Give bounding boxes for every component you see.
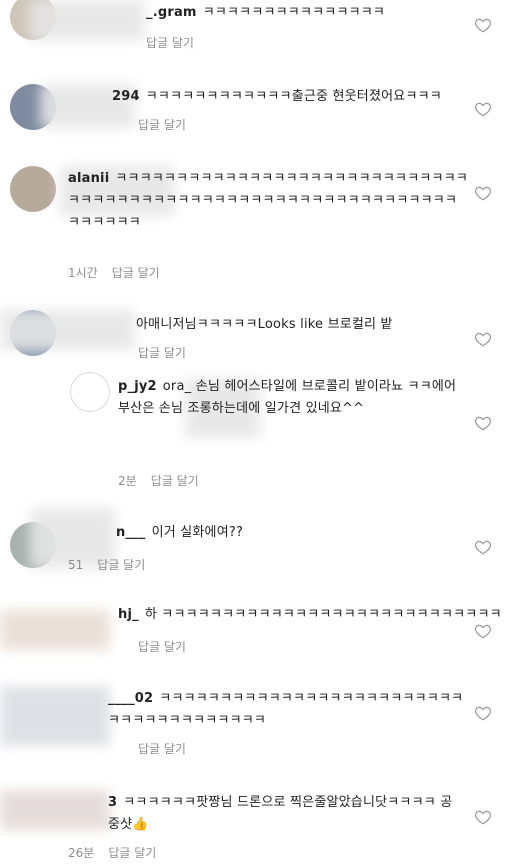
comment-text: ㅋㅋㅋㅋㅋㅋㅋㅋㅋㅋㅋㅋ출근중 현웃터졌어요ㅋㅋㅋ xyxy=(145,89,442,104)
reply-button[interactable]: 답글 달기 xyxy=(146,36,194,50)
comment-text: 아매니저님ㅋㅋㅋㅋㅋLooks like 브로컬리 밭 xyxy=(136,317,393,332)
comment-username[interactable]: ____02 xyxy=(108,691,153,706)
reply-button[interactable]: 답글 달기 xyxy=(138,742,186,756)
comment-item: n___ 이거 실화에여?? 51 답글 달기 xyxy=(0,508,506,578)
comment-username[interactable]: hj_ xyxy=(118,607,139,622)
comment-item: 294 ㅋㅋㅋㅋㅋㅋㅋㅋㅋㅋㅋㅋ출근중 현웃터졌어요ㅋㅋㅋ 답글 달기 xyxy=(0,78,506,148)
avatar[interactable] xyxy=(70,372,110,412)
comment-meta: 26분 답글 달기 xyxy=(68,844,170,861)
reply-button[interactable]: 답글 달기 xyxy=(138,640,186,654)
redaction-blur xyxy=(0,790,110,830)
reply-item: p_jy2 ora_ 손님 헤어스타일에 브로콜리 밭이라뇨 ㅋㅋ에어부산은 손님… xyxy=(0,368,506,488)
comment-username[interactable]: p_jy2 xyxy=(118,379,157,394)
comment-username[interactable]: n___ xyxy=(116,525,146,540)
comment-body: alanii ㅋㅋㅋㅋㅋㅋㅋㅋㅋㅋㅋㅋㅋㅋㅋㅋㅋㅋㅋㅋㅋㅋㅋㅋㅋㅋㅋㅋㅋㅋㅋㅋㅋㅋ… xyxy=(68,168,468,234)
comment-time: 1시간 xyxy=(68,266,98,280)
comment-item: alanii ㅋㅋㅋㅋㅋㅋㅋㅋㅋㅋㅋㅋㅋㅋㅋㅋㅋㅋㅋㅋㅋㅋㅋㅋㅋㅋㅋㅋㅋㅋㅋㅋㅋㅋ… xyxy=(0,160,506,290)
comment-time: 51 xyxy=(68,558,84,572)
comment-text: 하 ㅋㅋㅋㅋㅋㅋㅋㅋㅋㅋㅋㅋㅋㅋㅋㅋㅋㅋㅋㅋㅋㅋㅋㅋㅋㅋㅋㅋ xyxy=(144,607,502,622)
comment-item: ____02 ㅋㅋㅋㅋㅋㅋㅋㅋㅋㅋㅋㅋㅋㅋㅋㅋㅋㅋㅋㅋㅋㅋㅋㅋㅋㅋㅋㅋㅋㅋㅋㅋㅋㅋ… xyxy=(0,686,506,766)
comment-body: hj_ 하 ㅋㅋㅋㅋㅋㅋㅋㅋㅋㅋㅋㅋㅋㅋㅋㅋㅋㅋㅋㅋㅋㅋㅋㅋㅋㅋㅋㅋ xyxy=(118,604,502,626)
reply-button[interactable]: 답글 달기 xyxy=(138,118,186,132)
comment-item: _.gram ㅋㅋㅋㅋㅋㅋㅋㅋㅋㅋㅋㅋㅋㅋㅋ 답글 달기 xyxy=(0,0,506,60)
comment-text: ㅋㅋㅋㅋㅋㅋㅋㅋㅋㅋㅋㅋㅋㅋㅋ xyxy=(202,5,386,20)
comment-body: _.gram ㅋㅋㅋㅋㅋㅋㅋㅋㅋㅋㅋㅋㅋㅋㅋ xyxy=(146,2,385,24)
like-heart-icon[interactable] xyxy=(474,414,492,432)
comment-item: hj_ 하 ㅋㅋㅋㅋㅋㅋㅋㅋㅋㅋㅋㅋㅋㅋㅋㅋㅋㅋㅋㅋㅋㅋㅋㅋㅋㅋㅋㅋ 답글 달기 xyxy=(0,600,506,662)
comment-username[interactable]: alanii xyxy=(68,171,109,186)
reply-button[interactable]: 답글 달기 xyxy=(138,346,186,360)
reply-button[interactable]: 답글 달기 xyxy=(108,846,156,860)
comment-meta: 답글 달기 xyxy=(124,740,200,757)
comment-meta: 답글 달기 xyxy=(124,638,200,655)
comment-text: ora_ 손님 헤어스타일에 브로콜리 밭이라뇨 ㅋㅋ에어부산은 손님 조롱하는… xyxy=(118,379,457,416)
comment-text: ㅋㅋㅋㅋㅋㅋㅋㅋㅋㅋㅋㅋㅋㅋㅋㅋㅋㅋㅋㅋㅋㅋㅋㅋㅋㅋㅋㅋㅋㅋㅋㅋㅋㅋㅋㅋㅋㅋ xyxy=(108,691,464,728)
avatar[interactable] xyxy=(10,166,56,212)
like-heart-icon[interactable] xyxy=(474,184,492,202)
comment-body: 3 ㅋㅋㅋㅋㅋㅋ팟짱님 드론으로 찍은줄알았습니닷ㅋㅋㅋㅋ 공중샷👍 xyxy=(108,792,458,836)
like-heart-icon[interactable] xyxy=(474,100,492,118)
like-heart-icon[interactable] xyxy=(474,16,492,34)
comment-time: 2분 xyxy=(118,474,137,488)
comment-item: 3 ㅋㅋㅋㅋㅋㅋ팟짱님 드론으로 찍은줄알았습니닷ㅋㅋㅋㅋ 공중샷👍 26분 답글 … xyxy=(0,790,506,867)
redaction-blur xyxy=(0,310,135,350)
reply-button[interactable]: 답글 달기 xyxy=(97,558,145,572)
comment-body: 아매니저님ㅋㅋㅋㅋㅋLooks like 브로컬리 밭 xyxy=(130,314,393,336)
comment-text: ㅋㅋㅋㅋㅋㅋ팟짱님 드론으로 찍은줄알았습니닷ㅋㅋㅋㅋ 공중샷👍 xyxy=(108,795,453,832)
comment-text: 이거 실화에여?? xyxy=(151,525,244,540)
comment-time: 26분 xyxy=(68,846,95,860)
comment-text: ㅋㅋㅋㅋㅋㅋㅋㅋㅋㅋㅋㅋㅋㅋㅋㅋㅋㅋㅋㅋㅋㅋㅋㅋㅋㅋㅋㅋㅋㅋㅋㅋㅋㅋㅋㅋㅋㅋㅋㅋ… xyxy=(68,171,469,230)
comment-item: 아매니저님ㅋㅋㅋㅋㅋLooks like 브로컬리 밭 답글 달기 xyxy=(0,310,506,366)
redaction-blur xyxy=(30,0,145,40)
like-heart-icon[interactable] xyxy=(474,538,492,556)
redaction-blur xyxy=(0,686,110,746)
comment-meta: 답글 달기 xyxy=(124,116,200,133)
comment-meta: 답글 달기 xyxy=(132,34,208,51)
reply-button[interactable]: 답글 달기 xyxy=(151,474,199,488)
redaction-blur xyxy=(0,610,110,650)
comment-body: ____02 ㅋㅋㅋㅋㅋㅋㅋㅋㅋㅋㅋㅋㅋㅋㅋㅋㅋㅋㅋㅋㅋㅋㅋㅋㅋㅋㅋㅋㅋㅋㅋㅋㅋㅋ… xyxy=(108,688,468,732)
reply-button[interactable]: 답글 달기 xyxy=(112,266,160,280)
comment-username[interactable]: _.gram xyxy=(146,5,197,20)
comment-meta: 1시간 답글 달기 xyxy=(68,264,174,281)
comment-body: n___ 이거 실화에여?? xyxy=(116,522,243,544)
comment-body: p_jy2 ora_ 손님 헤어스타일에 브로콜리 밭이라뇨 ㅋㅋ에어부산은 손님… xyxy=(118,376,458,420)
like-heart-icon[interactable] xyxy=(474,330,492,348)
comment-username[interactable]: 3 xyxy=(108,795,117,810)
like-heart-icon[interactable] xyxy=(474,808,492,826)
comment-username[interactable]: 294 xyxy=(112,89,140,104)
comment-body: 294 ㅋㅋㅋㅋㅋㅋㅋㅋㅋㅋㅋㅋ출근중 현웃터졌어요ㅋㅋㅋ xyxy=(112,86,442,108)
comment-meta: 2분 답글 달기 xyxy=(118,472,213,489)
like-heart-icon[interactable] xyxy=(474,704,492,722)
comment-meta: 답글 달기 xyxy=(124,344,200,361)
like-heart-icon[interactable] xyxy=(474,622,492,640)
comment-meta: 51 답글 달기 xyxy=(68,556,159,573)
